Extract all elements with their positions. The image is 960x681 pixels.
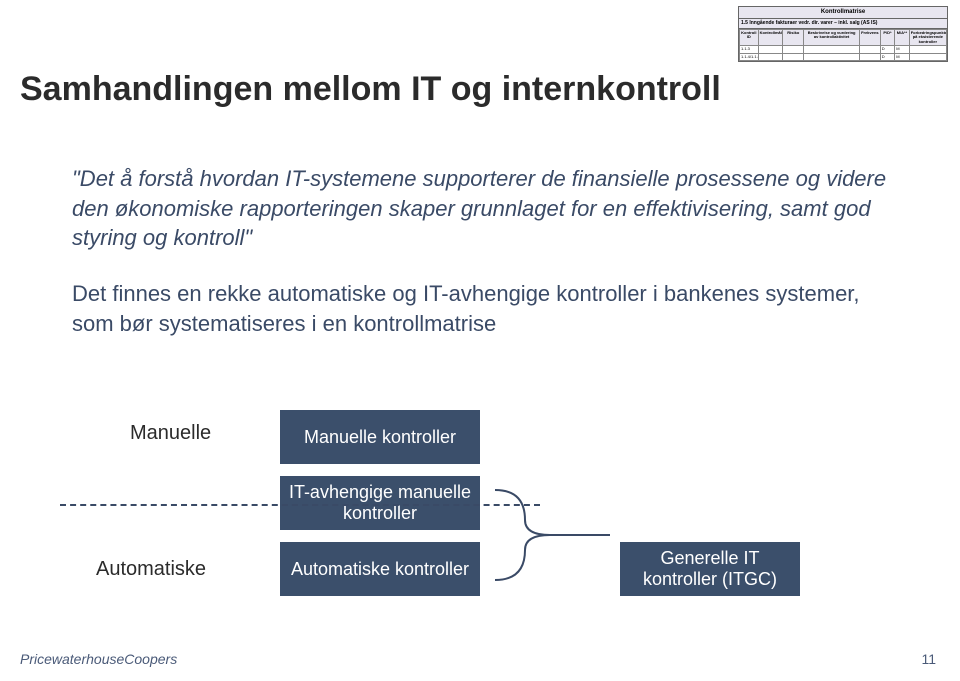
matrix-title: Kontrollmatrise <box>739 7 947 19</box>
matrix-header: Kontroll ID <box>740 30 759 46</box>
table-row: 1.1.4/1.1.x D M <box>740 53 947 60</box>
box-itgc: Generelle IT kontroller (ITGC) <box>620 542 800 596</box>
page-title: Samhandlingen mellom IT og internkontrol… <box>20 70 721 109</box>
label-automatic: Automatiske <box>96 558 206 581</box>
quote-text: "Det å forstå hvordan IT-systemene suppo… <box>72 164 892 253</box>
matrix-header: Frekvens <box>860 30 881 46</box>
matrix-figure: Kontrollmatrise 1.5 Inngående fakturaer … <box>738 6 948 62</box>
dashed-divider <box>60 504 540 506</box>
matrix-header: Beskrivelse og vurdering av kontrollakti… <box>804 30 860 46</box>
matrix-header: Risiko <box>783 30 804 46</box>
box-automatic-controls: Automatiske kontroller <box>280 542 480 596</box>
matrix-header: M/A** <box>895 30 909 46</box>
controls-diagram: Manuelle Automatiske Manuelle kontroller… <box>90 410 870 620</box>
footer-page-number: 11 <box>921 651 936 667</box>
label-manual: Manuelle <box>130 422 211 445</box>
matrix-header: Forbedringspunkter på eksisterende kontr… <box>909 30 946 46</box>
matrix-subtitle: 1.5 Inngående fakturaer vedr. dir. varer… <box>739 19 947 30</box>
body-text: "Det å forstå hvordan IT-systemene suppo… <box>72 164 892 348</box>
brace-connector <box>495 480 610 590</box>
matrix-table: Kontroll ID Kontrollmål Risiko Beskrivel… <box>739 29 947 61</box>
slide: Kontrollmatrise 1.5 Inngående fakturaer … <box>0 0 960 681</box>
matrix-header: Kontrollmål <box>758 30 783 46</box>
footer-brand: PricewaterhouseCoopers <box>20 651 177 667</box>
matrix-header: P/D* <box>880 30 894 46</box>
paragraph-text: Det finnes en rekke automatiske og IT-av… <box>72 279 892 338</box>
table-row: 1.1.3 D M <box>740 46 947 53</box>
box-it-dependent-controls: IT-avhengige manuelle kontroller <box>280 476 480 530</box>
box-manual-controls: Manuelle kontroller <box>280 410 480 464</box>
